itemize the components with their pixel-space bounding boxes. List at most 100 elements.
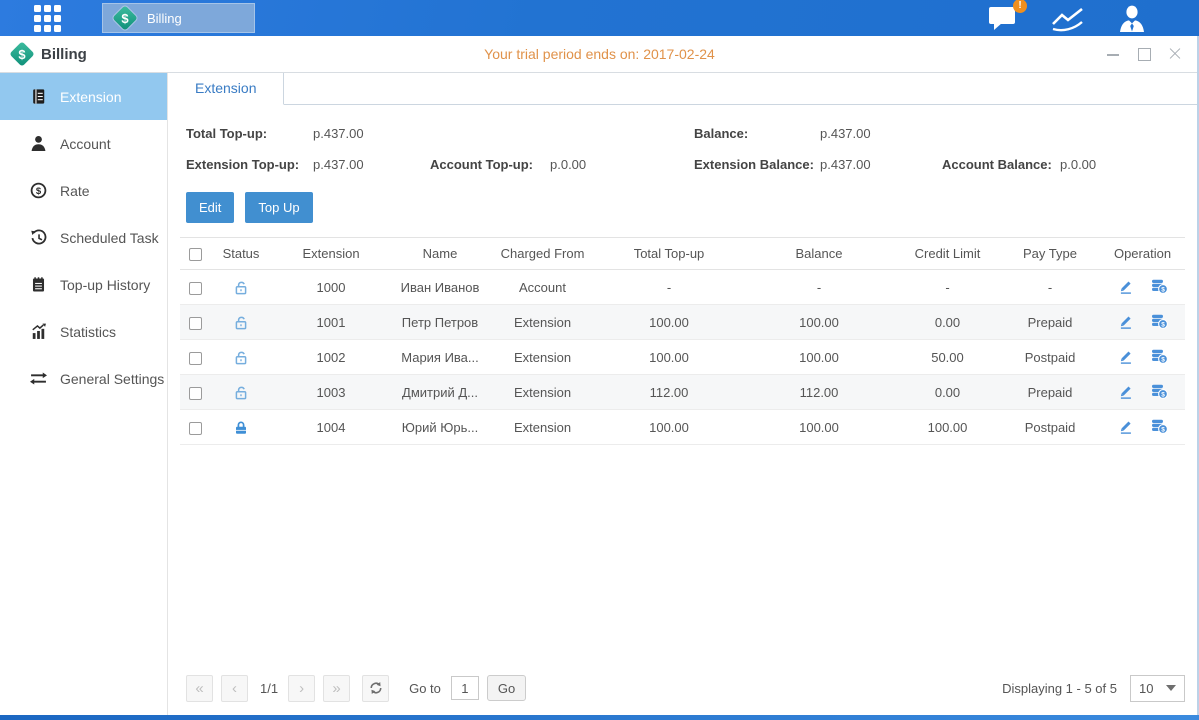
edit-button[interactable]: Edit [186, 192, 234, 223]
sidebar-label: Account [60, 136, 111, 152]
sidebar-item-statistics[interactable]: Statistics [0, 308, 167, 355]
notepad-icon [30, 276, 47, 293]
sidebar-item-scheduled-task[interactable]: Scheduled Task [0, 214, 167, 261]
col-charged-from: Charged From [490, 238, 595, 270]
extension-cell: 1000 [272, 270, 390, 305]
row-checkbox[interactable] [189, 352, 202, 365]
total-topup-cell: 100.00 [595, 410, 743, 445]
total-topup-cell: 100.00 [595, 305, 743, 340]
sidebar-item-account[interactable]: Account [0, 120, 167, 167]
content: Extension Total Top-up: p.437.00 Extensi… [168, 73, 1199, 715]
row-checkbox[interactable] [189, 317, 202, 330]
edit-pencil-icon[interactable] [1118, 418, 1134, 434]
account-topup-label: Account Top-up: [430, 157, 550, 172]
col-pay-type: Pay Type [1000, 238, 1100, 270]
total-topup-label: Total Top-up: [186, 126, 313, 141]
lock-open-icon [233, 279, 249, 296]
pay-type-cell: Prepaid [1000, 375, 1100, 410]
extension-cell: 1002 [272, 340, 390, 375]
balance-label: Balance: [694, 126, 820, 141]
row-checkbox[interactable] [189, 387, 202, 400]
account-balance-label: Account Balance: [942, 157, 1060, 172]
name-cell: Петр Петров [390, 305, 490, 340]
taskbar: $ Billing ! [0, 0, 1199, 36]
user-account-icon[interactable] [1117, 5, 1147, 32]
table-row[interactable]: 1003 Дмитрий Д... Extension 112.00 112.0… [180, 375, 1185, 410]
sidebar-label: Top-up History [60, 277, 150, 293]
total-topup-cell: 112.00 [595, 375, 743, 410]
table-row[interactable]: 1002 Мария Ива... Extension 100.00 100.0… [180, 340, 1185, 375]
window-title: Billing [41, 46, 87, 63]
sidebar-item-rate[interactable]: $ Rate [0, 167, 167, 214]
row-topup-icon[interactable]: $ [1150, 418, 1168, 434]
desktop-edge-strip [0, 715, 1199, 720]
svg-text:$: $ [1161, 391, 1165, 398]
select-all-checkbox[interactable] [189, 248, 202, 261]
transfer-arrows-icon [30, 370, 47, 387]
trial-notice: Your trial period ends on: 2017-02-24 [484, 46, 715, 62]
svg-text:$: $ [1161, 321, 1165, 328]
col-operation: Operation [1100, 238, 1185, 270]
table-row[interactable]: 1000 Иван Иванов Account - - - - [180, 270, 1185, 305]
refresh-button[interactable] [362, 675, 389, 702]
goto-label: Go to [409, 681, 441, 696]
total-topup-cell: - [595, 270, 743, 305]
edit-pencil-icon[interactable] [1118, 278, 1134, 294]
app-grid-icon[interactable] [34, 5, 61, 32]
taskbar-billing-tab[interactable]: $ Billing [102, 3, 255, 33]
row-topup-icon[interactable]: $ [1150, 313, 1168, 329]
row-topup-icon[interactable]: $ [1150, 348, 1168, 364]
total-topup-cell: 100.00 [595, 340, 743, 375]
bar-chart-icon [30, 323, 47, 340]
row-checkbox[interactable] [189, 282, 202, 295]
page-indicator: 1/1 [260, 681, 278, 696]
displaying-text: Displaying 1 - 5 of 5 [1002, 681, 1117, 696]
page-size-value: 10 [1139, 681, 1153, 696]
row-topup-icon[interactable]: $ [1150, 383, 1168, 399]
sidebar-label: Scheduled Task [60, 230, 159, 246]
credit-limit-cell: 0.00 [895, 375, 1000, 410]
pay-type-cell: Prepaid [1000, 305, 1100, 340]
maximize-icon[interactable] [1136, 46, 1152, 62]
edit-pencil-icon[interactable] [1118, 348, 1134, 364]
minimize-icon[interactable] [1105, 46, 1121, 62]
prev-page-button[interactable]: ‹ [221, 675, 248, 702]
account-topup-value: p.0.00 [550, 157, 586, 172]
messages-icon[interactable]: ! [988, 5, 1019, 32]
goto-page-input[interactable] [451, 676, 479, 700]
close-icon[interactable] [1167, 46, 1183, 62]
lock-open-icon [233, 384, 249, 401]
page-size-select[interactable]: 10 [1130, 675, 1185, 702]
credit-limit-cell: - [895, 270, 1000, 305]
extension-topup-label: Extension Top-up: [186, 157, 313, 172]
col-total-topup: Total Top-up [595, 238, 743, 270]
table-row[interactable]: 1004 Юрий Юрь... Extension 100.00 100.00… [180, 410, 1185, 445]
sidebar-item-extension[interactable]: Extension [0, 73, 167, 120]
sidebar-label: Rate [60, 183, 90, 199]
balance-cell: 100.00 [743, 305, 895, 340]
extension-balance-label: Extension Balance: [694, 157, 820, 172]
pay-type-cell: - [1000, 270, 1100, 305]
sidebar-item-topup-history[interactable]: Top-up History [0, 261, 167, 308]
ledger-icon [30, 88, 47, 105]
edit-pencil-icon[interactable] [1118, 313, 1134, 329]
extension-cell: 1004 [272, 410, 390, 445]
balance-value: p.437.00 [820, 126, 942, 141]
first-page-button[interactable]: « [186, 675, 213, 702]
topup-button[interactable]: Top Up [245, 192, 312, 223]
sidebar-item-general-settings[interactable]: General Settings [0, 355, 167, 402]
balance-cell: 112.00 [743, 375, 895, 410]
sidebar: Extension Account $ Rate [0, 73, 168, 715]
chevron-down-icon [1166, 685, 1176, 691]
total-topup-value: p.437.00 [313, 126, 430, 141]
next-page-button[interactable]: › [288, 675, 315, 702]
tab-extension[interactable]: Extension [168, 73, 284, 105]
statistics-chart-icon[interactable] [1051, 5, 1085, 32]
go-button[interactable]: Go [487, 675, 526, 701]
last-page-button[interactable]: » [323, 675, 350, 702]
table-row[interactable]: 1001 Петр Петров Extension 100.00 100.00… [180, 305, 1185, 340]
row-topup-icon[interactable]: $ [1150, 278, 1168, 294]
edit-pencil-icon[interactable] [1118, 383, 1134, 399]
screen: $ Billing ! [0, 0, 1199, 720]
row-checkbox[interactable] [189, 422, 202, 435]
